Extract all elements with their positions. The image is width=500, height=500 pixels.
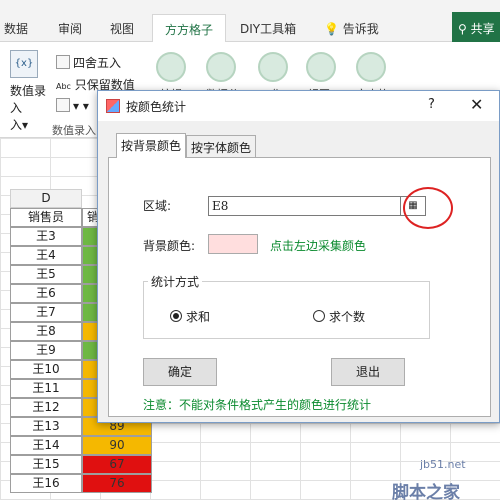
method-legend: 统计方式 bbox=[148, 273, 203, 290]
value-cell[interactable]: 90 bbox=[82, 436, 152, 455]
worksheet-icon[interactable] bbox=[258, 52, 288, 82]
abc-icon: Abc bbox=[56, 82, 71, 91]
ribbon-tabbar: 数据 审阅 视图 方方格子 DIY工具箱 💡 告诉我 ⚲ 共享 bbox=[0, 0, 500, 43]
name-cell[interactable]: 王15 bbox=[10, 455, 82, 474]
tab-font-color[interactable]: 按字体颜色 bbox=[186, 135, 257, 157]
help-button[interactable]: ? bbox=[428, 97, 435, 112]
range-input[interactable]: E8 bbox=[208, 196, 418, 216]
name-cell[interactable]: 王7 bbox=[10, 303, 82, 322]
name-cell[interactable]: 王6 bbox=[10, 284, 82, 303]
dialog-titlebar: 按颜色统计 ? ✕ bbox=[98, 91, 499, 121]
name-cell[interactable]: 王5 bbox=[10, 265, 82, 284]
close-button[interactable]: ✕ bbox=[470, 95, 483, 114]
color-stats-dialog: 按颜色统计 ? ✕ 按背景颜色 按字体颜色 区域: E8 ▦ 背景颜色: 点击左… bbox=[97, 90, 500, 423]
ok-button[interactable]: 确定 bbox=[143, 358, 217, 386]
round-label: 四舍五入 bbox=[73, 56, 122, 70]
share-label: 共享 bbox=[470, 22, 495, 36]
header-cell-salesperson[interactable]: 销售员 bbox=[10, 208, 82, 227]
tab-review[interactable]: 审阅 bbox=[58, 20, 82, 37]
value-cell[interactable]: 67 bbox=[82, 455, 152, 474]
tab-view[interactable]: 视图 bbox=[110, 20, 134, 37]
range-label: 区域: bbox=[143, 199, 172, 213]
sum-label[interactable]: 求和 bbox=[186, 308, 210, 325]
misc-tool-button[interactable]: ▾ ▾ bbox=[56, 98, 89, 113]
tell-me-label: 告诉我 bbox=[342, 22, 379, 36]
tab-tell-me[interactable]: 💡 告诉我 bbox=[324, 20, 379, 37]
edit-icon[interactable] bbox=[156, 52, 186, 82]
round-button[interactable]: 四舍五入 bbox=[56, 54, 121, 71]
bg-color-hint: 点击左边采集颜色 bbox=[270, 239, 367, 253]
exit-button[interactable]: 退出 bbox=[331, 358, 405, 386]
name-cell[interactable]: 王13 bbox=[10, 417, 82, 436]
app-icon bbox=[106, 99, 120, 113]
text-format-icon[interactable] bbox=[356, 52, 386, 82]
tab-diy-toolbox[interactable]: DIY工具箱 bbox=[240, 20, 296, 37]
data-analysis-icon[interactable] bbox=[206, 52, 236, 82]
name-cell[interactable]: 王16 bbox=[10, 474, 82, 493]
share-button[interactable]: ⚲ 共享 bbox=[452, 12, 500, 42]
dialog-title: 按颜色统计 bbox=[126, 100, 187, 114]
group-label: 数值录入 bbox=[52, 124, 96, 137]
name-cell[interactable]: 王9 bbox=[10, 341, 82, 360]
warning-note: 注意：不能对条件格式产生的颜色进行统计 bbox=[143, 398, 372, 412]
data-entry-label: 数值录入 bbox=[10, 84, 47, 115]
tab-background-color[interactable]: 按背景颜色 bbox=[116, 133, 187, 158]
lightbulb-icon: 💡 bbox=[324, 22, 339, 36]
highlight-circle bbox=[403, 187, 453, 229]
chart-icon bbox=[56, 98, 70, 112]
tab-data[interactable]: 数据 bbox=[4, 20, 28, 37]
data-entry-dropdown: 入▾ bbox=[10, 118, 29, 132]
column-header-d[interactable]: D bbox=[10, 189, 82, 208]
data-entry-button[interactable]: {x} 数值录入 入▾ bbox=[10, 50, 50, 133]
name-cell[interactable]: 王8 bbox=[10, 322, 82, 341]
person-add-icon: ⚲ bbox=[458, 22, 467, 36]
bg-color-label: 背景颜色: bbox=[143, 239, 196, 253]
watermark-brand: 脚本之家 bbox=[392, 483, 460, 500]
radio-count[interactable] bbox=[313, 310, 325, 322]
round-icon bbox=[56, 55, 70, 69]
name-cell[interactable]: 王11 bbox=[10, 379, 82, 398]
bg-color-swatch[interactable] bbox=[208, 234, 258, 254]
value-cell[interactable]: 76 bbox=[82, 474, 152, 493]
name-cell[interactable]: 王10 bbox=[10, 360, 82, 379]
view-icon[interactable] bbox=[306, 52, 336, 82]
radio-sum[interactable] bbox=[170, 310, 182, 322]
name-cell[interactable]: 王4 bbox=[10, 246, 82, 265]
name-cell[interactable]: 王12 bbox=[10, 398, 82, 417]
watermark-site: jb51.net bbox=[420, 458, 466, 471]
count-label[interactable]: 求个数 bbox=[329, 308, 365, 325]
data-entry-icon: {x} bbox=[10, 50, 38, 78]
name-cell[interactable]: 王14 bbox=[10, 436, 82, 455]
name-cell[interactable]: 王3 bbox=[10, 227, 82, 246]
tab-fangfang[interactable]: 方方格子 bbox=[152, 14, 227, 43]
